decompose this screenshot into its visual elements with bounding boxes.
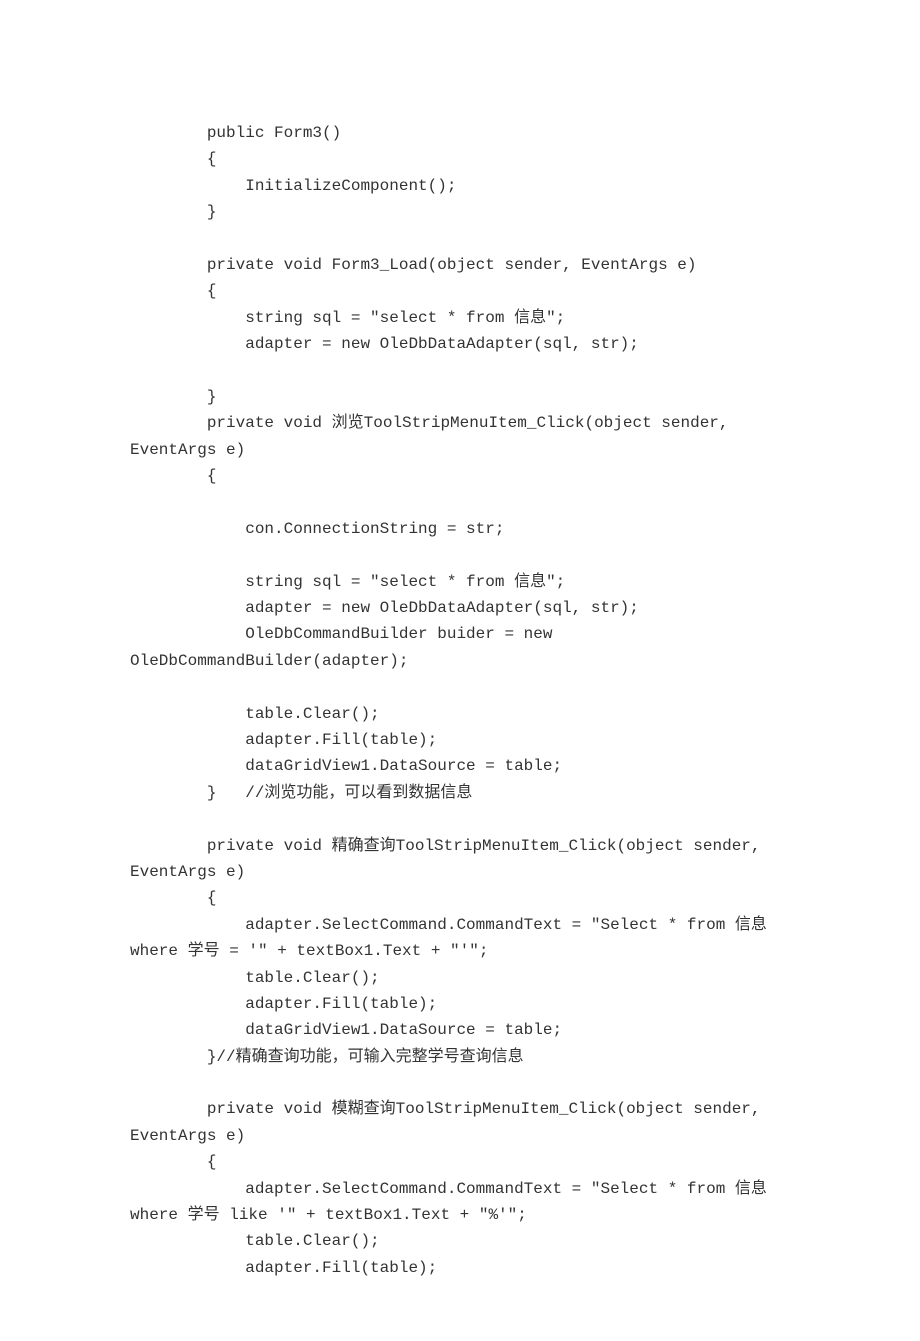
code-block: public Form3() { InitializeComponent(); … bbox=[130, 120, 790, 1281]
document-page: public Form3() { InitializeComponent(); … bbox=[0, 0, 920, 1341]
